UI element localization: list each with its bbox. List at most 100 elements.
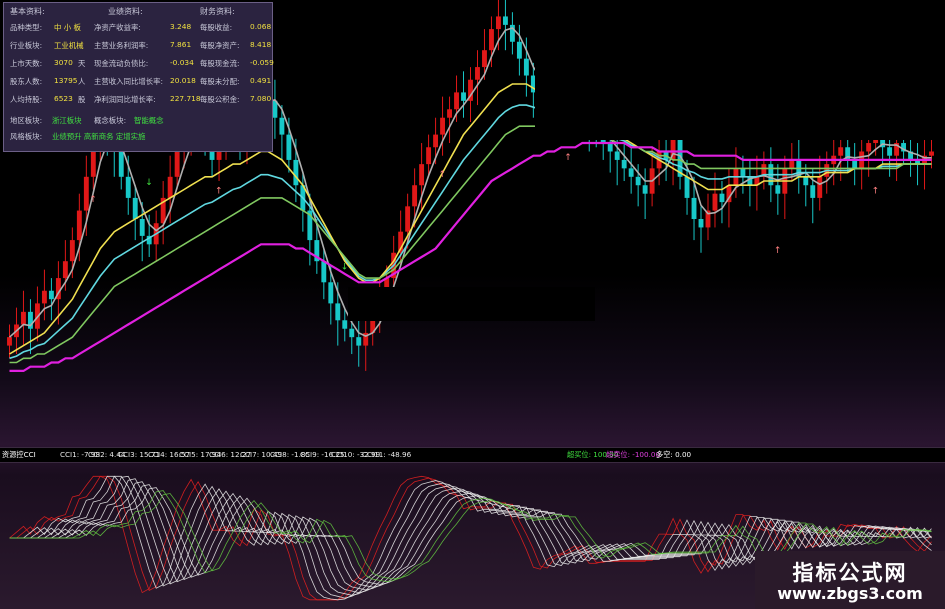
candle-body <box>482 50 487 68</box>
style-value: 业绩预升 高新商务 定增实施 <box>52 132 146 141</box>
candle-body <box>684 176 690 198</box>
candle-body <box>817 176 823 198</box>
candle-body <box>719 193 725 203</box>
buy-arrow-icon: ↑ <box>215 187 223 197</box>
candle-body <box>607 143 613 152</box>
overlay-box-top-right <box>535 0 945 140</box>
info-l1-0: 品种类型: <box>10 23 43 32</box>
info-v1-2: 3070 <box>54 58 73 67</box>
candle-body <box>635 176 641 186</box>
candle-body <box>887 147 893 156</box>
section-basic: 基本资料: <box>10 7 45 16</box>
sell-arrow-icon: ↓ <box>341 263 349 273</box>
candle-body <box>838 147 844 156</box>
candle-body <box>293 159 299 186</box>
info-u1-2: 天 <box>78 59 86 68</box>
info-v1-4: 6523 <box>54 94 73 103</box>
candle-body <box>342 320 348 329</box>
candle-body <box>454 92 459 110</box>
candle-body <box>740 168 746 177</box>
cci-value-11: CCI11: -48.96 <box>362 450 412 459</box>
candle-body <box>48 290 54 300</box>
candle-body <box>41 290 47 304</box>
candle-body <box>440 117 446 135</box>
candle-body <box>174 151 180 177</box>
info-v3-1: 8.418 <box>250 40 272 49</box>
candle-body <box>321 261 327 283</box>
cci-extra-2: 多空: 0.00 <box>656 450 692 459</box>
cci-title: 资源控CCI <box>2 450 36 459</box>
info-l2-0: 净资产收益率: <box>94 23 141 32</box>
candle-body <box>356 337 362 346</box>
info-v1-0: 中 小 板 <box>54 23 81 32</box>
buy-arrow-icon: ↑ <box>872 187 880 197</box>
buy-arrow-icon: ↑ <box>89 195 97 205</box>
style-label: 风格板块: <box>10 132 43 141</box>
candle-body <box>69 240 75 262</box>
info-v2-1: 7.861 <box>170 40 192 49</box>
candle-body <box>286 134 292 160</box>
info-l2-3: 主营收入同比增长率: <box>94 77 164 86</box>
candle-body <box>929 151 934 156</box>
overlay-box-middle <box>348 287 595 321</box>
candle-body <box>775 185 781 194</box>
candle-body <box>132 197 138 219</box>
sell-arrow-icon: ↓ <box>145 178 153 188</box>
buy-arrow-icon: ↑ <box>439 170 447 180</box>
candle-body <box>419 164 425 186</box>
candle-body <box>866 143 872 152</box>
region-label: 地区板块: <box>10 116 43 125</box>
info-v2-3: 20.018 <box>170 76 196 85</box>
watermark: 指标公式网 www.zbgs3.com <box>755 551 945 609</box>
candle-body <box>852 159 858 169</box>
candle-body <box>167 176 173 198</box>
region-value: 浙江板块 <box>52 116 82 125</box>
info-v2-0: 3.248 <box>170 22 192 31</box>
candle-body <box>475 67 480 80</box>
candle-body <box>335 303 341 321</box>
candle-body <box>502 16 508 25</box>
candle-body <box>328 282 334 304</box>
candle-body <box>614 151 620 160</box>
info-l2-2: 现金流动负债比: <box>94 59 149 68</box>
info-v2-4: 227.718 <box>170 94 201 103</box>
info-l3-3: 每股未分配: <box>200 77 240 86</box>
info-l1-1: 行业板块: <box>10 41 43 50</box>
info-l3-1: 每股净资产: <box>200 41 240 50</box>
candle-body <box>489 29 494 51</box>
candle-body <box>495 16 501 30</box>
candle-body <box>712 193 718 211</box>
info-v1-1: 工业机械 <box>54 41 84 50</box>
candle-body <box>628 168 634 177</box>
stock-info-panel: 基本资料: 业绩资料: 财务资料: 品种类型: 中 小 板 净资产收益率: 3.248… <box>3 2 274 152</box>
candle-body <box>405 206 411 232</box>
info-u1-3: 人 <box>78 77 86 86</box>
candle-body <box>118 151 124 177</box>
candle-body <box>21 311 26 325</box>
info-l3-2: 每股现金流: <box>200 59 240 68</box>
section-finance: 财务资料: <box>200 7 235 16</box>
candle-body <box>139 219 145 236</box>
candle-body <box>433 134 439 148</box>
buy-arrow-icon: ↑ <box>774 246 782 256</box>
info-l1-4: 人均持股: <box>10 95 43 104</box>
info-u1-4: 股 <box>78 95 86 104</box>
candle-body <box>698 219 704 228</box>
watermark-url: www.zbgs3.com <box>777 584 923 603</box>
candle-body <box>125 176 131 198</box>
info-v1-3: 13795 <box>54 76 78 85</box>
info-l1-3: 股东人数: <box>10 77 43 86</box>
candle-body <box>516 41 522 59</box>
candle-body <box>412 185 418 207</box>
info-l1-2: 上市天数: <box>10 59 43 68</box>
cci-extra-1: 超卖位: -100.00 <box>606 450 661 459</box>
candle-body <box>7 337 12 346</box>
info-l3-4: 每股公积金: <box>200 95 240 104</box>
info-v3-2: -0.059 <box>250 58 274 67</box>
info-l2-4: 净利润同比增长率: <box>94 95 156 104</box>
candle-body <box>642 185 648 194</box>
concept-label: 概念板块: <box>94 116 127 125</box>
concept-value: 智能概念 <box>134 116 164 125</box>
candle-body <box>83 176 89 211</box>
info-v3-0: 0.068 <box>250 22 272 31</box>
